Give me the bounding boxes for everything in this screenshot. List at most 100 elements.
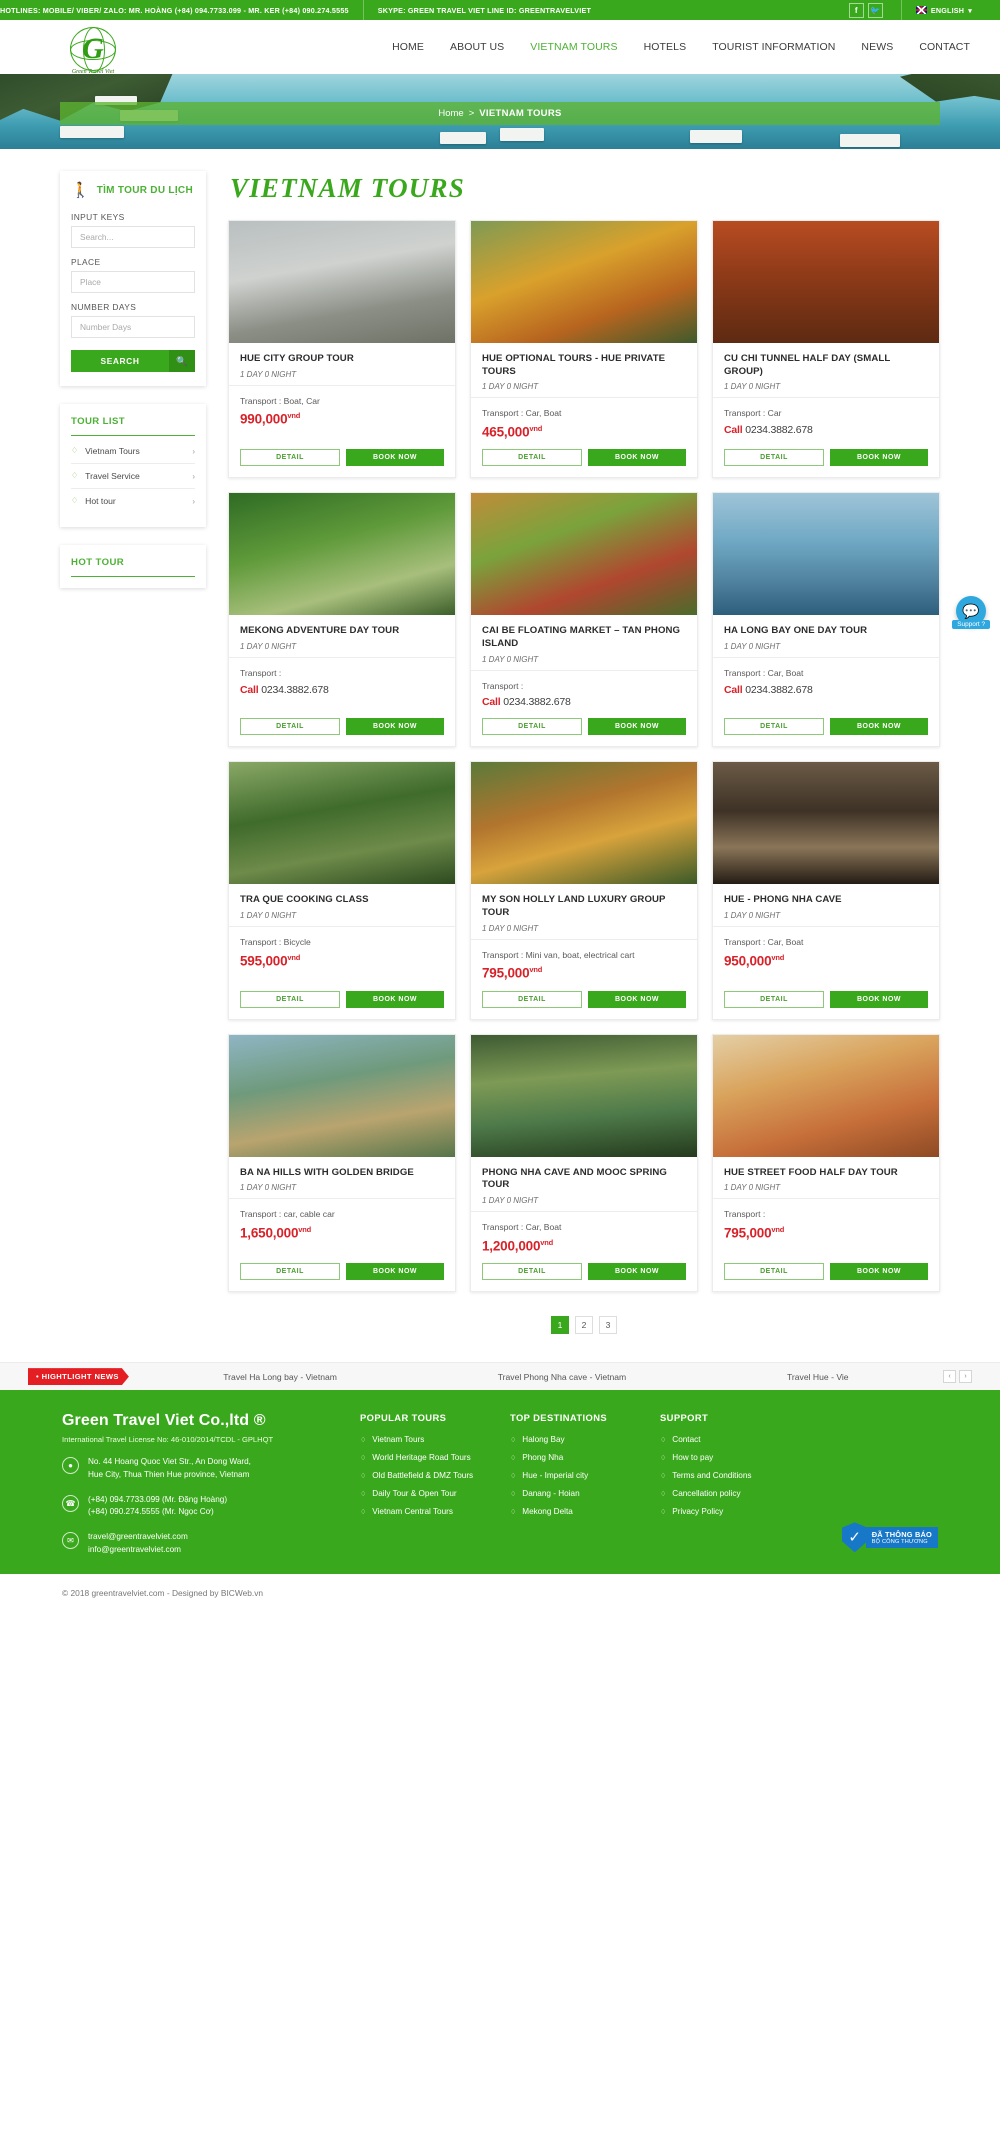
pagination-page-2[interactable]: 2 — [575, 1316, 593, 1335]
book-now-button[interactable]: BOOK NOW — [830, 1263, 928, 1281]
detail-button[interactable]: DETAIL — [724, 1263, 824, 1281]
tour-card[interactable]: TRA QUE COOKING CLASS 1 DAY 0 NIGHT Transp… — [228, 761, 456, 1020]
news-item[interactable]: Travel Ha Long bay - Vietnam — [223, 1372, 337, 1382]
detail-button[interactable]: DETAIL — [724, 718, 824, 736]
book-now-button[interactable]: BOOK NOW — [588, 1263, 686, 1281]
book-now-button[interactable]: BOOK NOW — [588, 449, 686, 467]
site-logo[interactable]: G Green Travel Viet — [62, 22, 124, 80]
tour-title[interactable]: BA NA HILLS WITH GOLDEN BRIDGE — [240, 1167, 444, 1180]
tour-title[interactable]: TRA QUE COOKING CLASS — [240, 894, 444, 907]
detail-button[interactable]: DETAIL — [482, 718, 582, 736]
nav-item-hotels[interactable]: HOTELS — [644, 41, 687, 53]
ticker-next-button[interactable]: › — [959, 1370, 972, 1384]
twitter-icon[interactable]: 🐦 — [867, 2, 883, 18]
detail-button[interactable]: DETAIL — [240, 990, 340, 1008]
call-number[interactable]: 0234.3882.678 — [261, 684, 329, 696]
pagination-page-1[interactable]: 1 — [551, 1316, 569, 1335]
footer-link[interactable]: ♢ Cancellation policy — [660, 1489, 810, 1498]
nav-item-about-us[interactable]: ABOUT US — [450, 41, 504, 53]
tour-image[interactable] — [229, 1034, 455, 1157]
detail-button[interactable]: DETAIL — [724, 449, 824, 467]
tour-card[interactable]: HA LONG BAY ONE DAY TOUR 1 DAY 0 NIGHT Tra… — [712, 492, 940, 748]
tour-title[interactable]: CAI BE FLOATING MARKET – TAN PHONG ISLAN… — [482, 625, 686, 650]
footer-link[interactable]: ♢ Halong Bay — [510, 1435, 660, 1444]
tour-card[interactable]: MY SON HOLLY LAND LUXURY GROUP TOUR 1 DAY… — [470, 761, 698, 1020]
tour-card[interactable]: HUE OPTIONAL TOURS - HUE PRIVATE TOURS 1 … — [470, 220, 698, 479]
nav-item-vietnam-tours[interactable]: VIETNAM TOURS — [530, 41, 617, 53]
call-number[interactable]: 0234.3882.678 — [745, 684, 813, 696]
tour-image[interactable] — [471, 1034, 697, 1157]
search-input[interactable] — [71, 226, 195, 248]
nav-item-tourist-information[interactable]: TOURIST INFORMATION — [712, 41, 835, 53]
call-number[interactable]: 0234.3882.678 — [745, 424, 813, 436]
tour-image[interactable] — [471, 762, 697, 885]
tour-image[interactable] — [229, 221, 455, 343]
book-now-button[interactable]: BOOK NOW — [346, 718, 444, 736]
place-input[interactable] — [71, 271, 195, 293]
tour-card[interactable]: HUE - PHONG NHA CAVE 1 DAY 0 NIGHT Transpo… — [712, 761, 940, 1020]
tour-card[interactable]: BA NA HILLS WITH GOLDEN BRIDGE 1 DAY 0 NI… — [228, 1033, 456, 1293]
tour-image[interactable] — [713, 221, 939, 343]
footer-link[interactable]: ♢ Terms and Conditions — [660, 1471, 810, 1480]
search-icon[interactable]: 🔍 — [169, 350, 195, 372]
sidebar-item-vietnam-tours[interactable]: ♢ Vietnam Tours › — [71, 439, 195, 464]
call-number[interactable]: 0234.3882.678 — [503, 696, 571, 708]
book-now-button[interactable]: BOOK NOW — [346, 1263, 444, 1281]
tour-title[interactable]: CU CHI TUNNEL HALF DAY (SMALL GROUP) — [724, 353, 928, 378]
sidebar-item-travel-service[interactable]: ♢ Travel Service › — [71, 464, 195, 489]
search-button[interactable]: SEARCH — [71, 350, 169, 372]
footer-link[interactable]: ♢ World Heritage Road Tours — [360, 1453, 510, 1462]
book-now-button[interactable]: BOOK NOW — [830, 449, 928, 467]
tour-title[interactable]: PHONG NHA CAVE AND MOOC SPRING TOUR — [482, 1167, 686, 1192]
detail-button[interactable]: DETAIL — [240, 449, 340, 467]
nav-item-news[interactable]: NEWS — [861, 41, 893, 53]
certification-badge[interactable]: ✓ ĐÃ THÔNG BÁO BỘ CÔNG THƯƠNG — [841, 1522, 938, 1553]
pagination-page-3[interactable]: 3 — [599, 1316, 617, 1335]
tour-image[interactable] — [229, 762, 455, 885]
book-now-button[interactable]: BOOK NOW — [346, 449, 444, 467]
tour-card[interactable]: CU CHI TUNNEL HALF DAY (SMALL GROUP) 1 DA… — [712, 220, 940, 479]
detail-button[interactable]: DETAIL — [724, 990, 824, 1008]
tour-image[interactable] — [713, 762, 939, 885]
detail-button[interactable]: DETAIL — [482, 449, 582, 467]
tour-title[interactable]: MY SON HOLLY LAND LUXURY GROUP TOUR — [482, 894, 686, 919]
footer-link[interactable]: ♢ Mekong Delta — [510, 1507, 660, 1516]
book-now-button[interactable]: BOOK NOW — [588, 718, 686, 736]
tour-title[interactable]: HUE - PHONG NHA CAVE — [724, 894, 928, 907]
tour-image[interactable] — [713, 1034, 939, 1157]
footer-link[interactable]: ♢ Contact — [660, 1435, 810, 1444]
ticker-prev-button[interactable]: ‹ — [943, 1370, 956, 1384]
detail-button[interactable]: DETAIL — [240, 1263, 340, 1281]
nav-item-home[interactable]: HOME — [392, 41, 424, 53]
footer-link[interactable]: ♢ Vietnam Central Tours — [360, 1507, 510, 1516]
tour-title[interactable]: HA LONG BAY ONE DAY TOUR — [724, 625, 928, 638]
tour-title[interactable]: HUE OPTIONAL TOURS - HUE PRIVATE TOURS — [482, 353, 686, 378]
tour-image[interactable] — [229, 493, 455, 616]
footer-link[interactable]: ♢ Phong Nha — [510, 1453, 660, 1462]
tour-title[interactable]: MEKONG ADVENTURE DAY TOUR — [240, 625, 444, 638]
tour-image[interactable] — [471, 221, 697, 343]
facebook-icon[interactable]: f — [848, 2, 864, 18]
number-days-input[interactable] — [71, 316, 195, 338]
support-widget[interactable]: 💬 Support ? — [952, 596, 990, 629]
tour-image[interactable] — [471, 493, 697, 616]
footer-link[interactable]: ♢ Vietnam Tours — [360, 1435, 510, 1444]
news-item[interactable]: Travel Phong Nha cave - Vietnam — [498, 1372, 627, 1382]
footer-link[interactable]: ♢ How to pay — [660, 1453, 810, 1462]
tour-card[interactable]: HUE STREET FOOD HALF DAY TOUR 1 DAY 0 NIG… — [712, 1033, 940, 1293]
sidebar-item-hot-tour[interactable]: ♢ Hot tour › — [71, 489, 195, 513]
detail-button[interactable]: DETAIL — [482, 1263, 582, 1281]
tour-title[interactable]: HUE CITY GROUP TOUR — [240, 353, 444, 366]
book-now-button[interactable]: BOOK NOW — [588, 990, 686, 1008]
nav-item-contact[interactable]: CONTACT — [919, 41, 970, 53]
tour-card[interactable]: MEKONG ADVENTURE DAY TOUR 1 DAY 0 NIGHT Tr… — [228, 492, 456, 748]
footer-link[interactable]: ♢ Danang - Hoian — [510, 1489, 660, 1498]
book-now-button[interactable]: BOOK NOW — [346, 990, 444, 1008]
breadcrumb-home-link[interactable]: Home — [438, 108, 463, 119]
footer-link[interactable]: ♢ Hue - Imperial city — [510, 1471, 660, 1480]
tour-card[interactable]: PHONG NHA CAVE AND MOOC SPRING TOUR 1 DAY… — [470, 1033, 698, 1293]
language-selector[interactable]: ENGLISH ▾ — [915, 6, 972, 15]
tour-image[interactable] — [713, 493, 939, 616]
footer-link[interactable]: ♢ Daily Tour & Open Tour — [360, 1489, 510, 1498]
book-now-button[interactable]: BOOK NOW — [830, 718, 928, 736]
